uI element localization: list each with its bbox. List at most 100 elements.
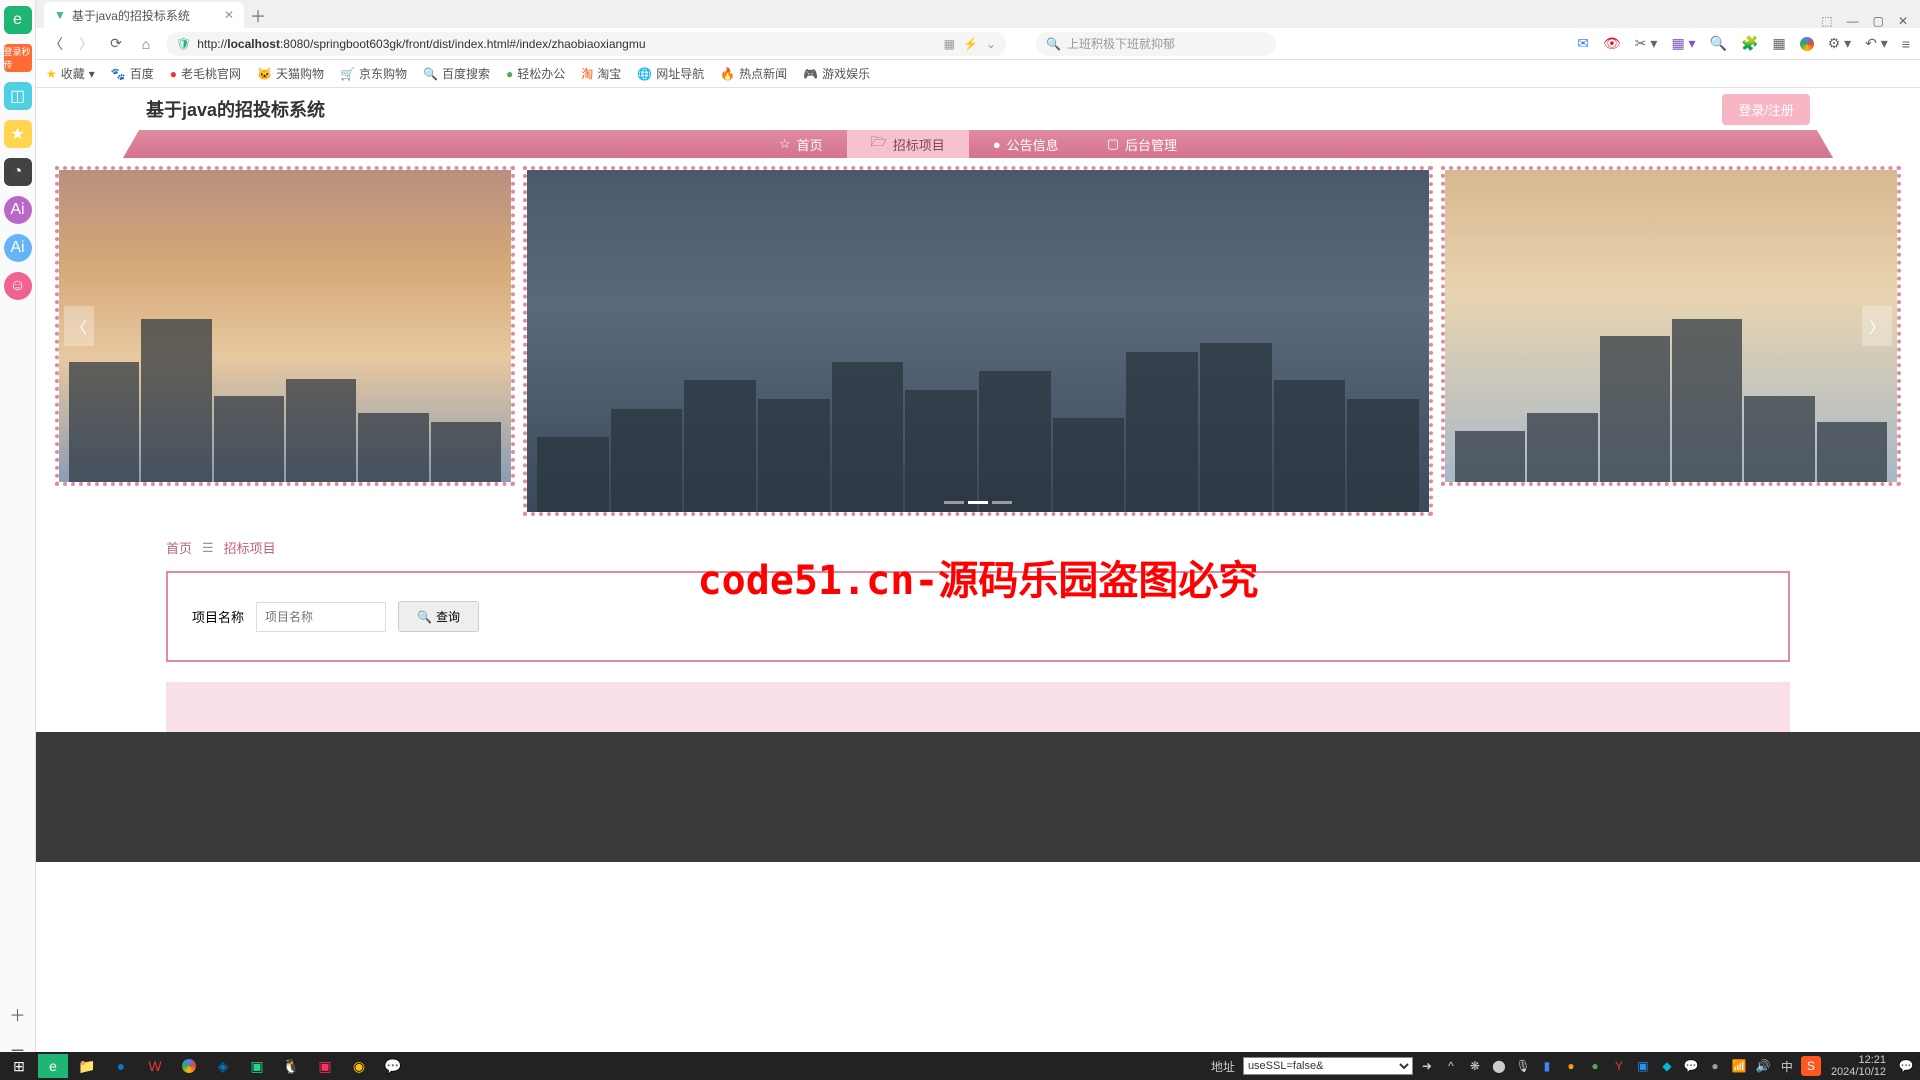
- flash-icon[interactable]: ⚡: [963, 37, 978, 51]
- carousel-dot[interactable]: [968, 501, 988, 504]
- reload-button[interactable]: ⟳: [106, 34, 126, 54]
- bookmark-tmall[interactable]: 🐱天猫购物: [257, 65, 324, 82]
- tray-icon5[interactable]: ●: [1585, 1056, 1605, 1076]
- sidebar-face-icon[interactable]: ☺: [4, 272, 32, 300]
- menu-icon[interactable]: ≡: [1902, 36, 1910, 52]
- extensions-icon[interactable]: 🧩: [1741, 35, 1758, 52]
- profile-icon[interactable]: [1800, 37, 1814, 51]
- bookmark-qingsong[interactable]: ●轻松办公: [506, 65, 565, 82]
- sidebar-e-icon[interactable]: e: [4, 6, 32, 34]
- settings-icon[interactable]: ⚙ ▾: [1828, 35, 1851, 52]
- carousel-slide-right[interactable]: 〉: [1441, 166, 1901, 486]
- carousel-dot[interactable]: [944, 501, 964, 504]
- lmt-icon: ●: [170, 67, 177, 81]
- tray-icon9[interactable]: ●: [1705, 1056, 1725, 1076]
- bookmark-nav[interactable]: 🌐网址导航: [637, 65, 704, 82]
- task-idea-icon[interactable]: ▣: [310, 1054, 340, 1078]
- breadcrumb-home[interactable]: 首页: [166, 538, 192, 557]
- close-window-button[interactable]: ✕: [1898, 14, 1908, 28]
- tray-notifications-icon[interactable]: 💬: [1896, 1056, 1916, 1076]
- scissors-icon[interactable]: ✂ ▾: [1635, 35, 1658, 52]
- carousel-slide-main[interactable]: [523, 166, 1433, 516]
- task-explorer-icon[interactable]: 📁: [72, 1054, 102, 1078]
- bookmark-laomaotao[interactable]: ●老毛桃官网: [170, 65, 241, 82]
- tray-icon6[interactable]: Y: [1609, 1056, 1629, 1076]
- bookmarks-bar: ★收藏 ▾ 🐾百度 ●老毛桃官网 🐱天猫购物 🛒京东购物 🔍百度搜索 ●轻松办公…: [36, 60, 1920, 88]
- sidebar-chat-icon[interactable]: ◔: [4, 158, 32, 186]
- bookmark-taobao[interactable]: 淘淘宝: [581, 65, 621, 82]
- start-button[interactable]: ⊞: [4, 1054, 34, 1078]
- breadcrumb-current: 招标项目: [224, 538, 276, 557]
- home-button[interactable]: ⌂: [136, 34, 156, 54]
- bookmark-news[interactable]: 🔥热点新闻: [720, 65, 787, 82]
- bookmark-game[interactable]: 🎮游戏娱乐: [803, 65, 870, 82]
- task-wechat-icon[interactable]: 💬: [378, 1054, 408, 1078]
- close-icon[interactable]: ✕: [224, 8, 234, 22]
- tray-icon4[interactable]: ●: [1561, 1056, 1581, 1076]
- task-app-icon[interactable]: ◉: [344, 1054, 374, 1078]
- sidebar-badge-icon[interactable]: 登录秒传: [4, 44, 32, 72]
- bookmark-jd[interactable]: 🛒京东购物: [340, 65, 407, 82]
- zoom-icon[interactable]: 🔍: [1710, 35, 1727, 52]
- undo-icon[interactable]: ↶ ▾: [1865, 35, 1888, 52]
- taskbar-clock[interactable]: 12:21 2024/10/12: [1825, 1054, 1892, 1078]
- tray-goto-icon[interactable]: ➜: [1417, 1056, 1437, 1076]
- task-chrome-icon[interactable]: [174, 1054, 204, 1078]
- carousel-next[interactable]: 〉: [1862, 306, 1892, 346]
- tray-icon8[interactable]: ◆: [1657, 1056, 1677, 1076]
- task-pycharm-icon[interactable]: ▣: [242, 1054, 272, 1078]
- new-tab-button[interactable]: ＋: [244, 2, 272, 28]
- translate-icon[interactable]: ▦: [944, 37, 955, 51]
- apps-icon[interactable]: ▦: [1772, 35, 1785, 52]
- task-edge-icon[interactable]: ●: [106, 1054, 136, 1078]
- tray-icon7[interactable]: ▣: [1633, 1056, 1653, 1076]
- nav-home[interactable]: ☆首页: [755, 130, 847, 158]
- nav-notice[interactable]: ●公告信息: [969, 130, 1083, 158]
- browser-search-input[interactable]: 🔍 上班积极下班就抑郁: [1036, 32, 1276, 56]
- tray-icon2[interactable]: ⬤: [1489, 1056, 1509, 1076]
- maximize-button[interactable]: ▢: [1873, 14, 1884, 28]
- nav-admin[interactable]: ▢后台管理: [1083, 130, 1201, 158]
- sidebar-app1-icon[interactable]: ◫: [4, 82, 32, 110]
- back-button[interactable]: 〈: [46, 34, 66, 54]
- tray-icon3[interactable]: ▮: [1537, 1056, 1557, 1076]
- tab-title: 基于java的招投标系统: [72, 7, 190, 24]
- task-wps-icon[interactable]: W: [140, 1054, 170, 1078]
- mail-icon[interactable]: ✉: [1577, 35, 1589, 52]
- bookmark-baidu[interactable]: 🐾百度: [111, 65, 154, 82]
- tray-wechat-icon[interactable]: 💬: [1681, 1056, 1701, 1076]
- tray-sogou-icon[interactable]: S: [1801, 1056, 1821, 1076]
- task-vscode-icon[interactable]: ◈: [208, 1054, 238, 1078]
- nav-bid[interactable]: 🗁招标项目: [847, 130, 969, 158]
- bookmark-baidusearch[interactable]: 🔍百度搜索: [423, 65, 490, 82]
- results-panel: [166, 682, 1790, 732]
- tray-expand-icon[interactable]: ^: [1441, 1056, 1461, 1076]
- carousel-slide-left[interactable]: 〈: [55, 166, 515, 486]
- dropdown-icon[interactable]: ⌄: [986, 37, 996, 51]
- weibo-icon[interactable]: 👁: [1603, 35, 1621, 52]
- url-input[interactable]: 🛡 http://localhost:8080/springboot603gk/…: [166, 32, 1006, 56]
- task-browser-icon[interactable]: e: [38, 1054, 68, 1078]
- tray-icon1[interactable]: ❋: [1465, 1056, 1485, 1076]
- carousel-prev[interactable]: 〈: [64, 306, 94, 346]
- tray-volume-icon[interactable]: 🔊: [1753, 1056, 1773, 1076]
- minimize-button[interactable]: —: [1847, 14, 1859, 28]
- carousel-dot[interactable]: [992, 501, 1012, 504]
- addr-select[interactable]: useSSL=false&: [1243, 1057, 1413, 1075]
- grid-icon[interactable]: ▦ ▾: [1671, 35, 1695, 52]
- project-name-input[interactable]: [256, 602, 386, 632]
- download-icon[interactable]: ⬚: [1821, 14, 1832, 28]
- sidebar-ai1-icon[interactable]: Ai: [4, 196, 32, 224]
- browser-tab[interactable]: ▼ 基于java的招投标系统 ✕: [44, 2, 244, 28]
- forward-button[interactable]: 〉: [76, 34, 96, 54]
- search-button[interactable]: 🔍查询: [398, 601, 479, 632]
- task-qq-icon[interactable]: 🐧: [276, 1054, 306, 1078]
- tray-mic-icon[interactable]: 🎙: [1513, 1056, 1533, 1076]
- bookmark-favorites[interactable]: ★收藏 ▾: [46, 65, 95, 82]
- login-register-button[interactable]: 登录/注册: [1722, 94, 1810, 125]
- sidebar-ai2-icon[interactable]: Ai: [4, 234, 32, 262]
- sidebar-add-icon[interactable]: ＋: [9, 1002, 25, 1026]
- tray-wifi-icon[interactable]: 📶: [1729, 1056, 1749, 1076]
- tray-ime-icon[interactable]: 中: [1777, 1056, 1797, 1076]
- sidebar-star-icon[interactable]: ★: [4, 120, 32, 148]
